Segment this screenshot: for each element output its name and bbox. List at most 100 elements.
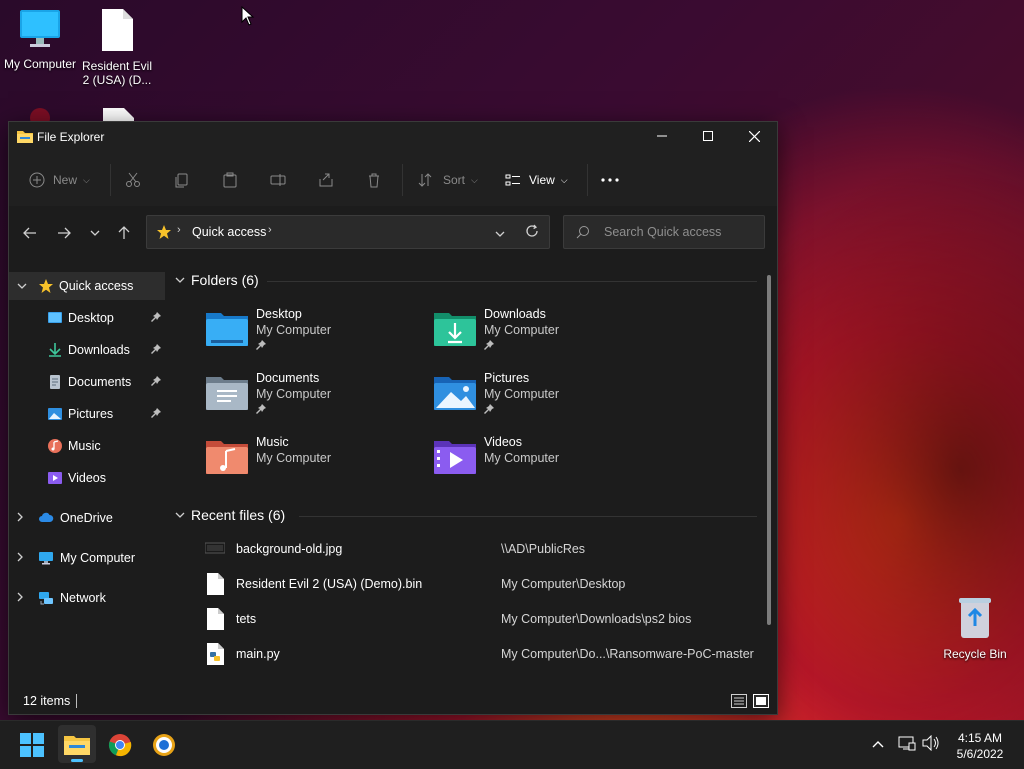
taskbar-chrome[interactable] — [104, 729, 136, 761]
refresh-button[interactable] — [525, 224, 539, 241]
view-button[interactable]: View ⌵ — [505, 169, 568, 191]
pin-icon[interactable] — [151, 375, 161, 389]
tiles-view-button[interactable] — [753, 694, 769, 711]
mouse-cursor-icon — [241, 6, 255, 26]
rename-button[interactable] — [270, 169, 286, 191]
file-explorer-window: File Explorer New ⌵ Sort ⌵ View ⌵ › Quic… — [8, 121, 778, 715]
recent-file-row[interactable]: tets My Computer\Downloads\ps2 bios — [167, 602, 767, 637]
sidebar-item-network[interactable]: Network — [9, 584, 165, 612]
system-clock[interactable]: 4:15 AM 5/6/2022 — [944, 730, 1016, 762]
forward-button[interactable] — [53, 222, 75, 244]
taskbar-file-explorer[interactable] — [58, 725, 96, 763]
folder-tile-music[interactable]: Music My Computer — [205, 433, 425, 493]
network-icon — [39, 592, 53, 605]
back-button[interactable] — [19, 222, 41, 244]
folder-tile-videos[interactable]: Videos My Computer — [433, 433, 653, 493]
sidebar-item-music[interactable]: Music — [9, 432, 165, 460]
sidebar-item-documents[interactable]: Documents — [9, 368, 165, 396]
sidebar-item-onedrive[interactable]: OneDrive — [9, 504, 165, 532]
chevron-down-icon[interactable] — [17, 281, 27, 292]
close-button[interactable] — [731, 122, 777, 150]
share-button[interactable] — [318, 169, 334, 191]
folder-tile-pictures[interactable]: Pictures My Computer — [433, 369, 653, 429]
recent-file-name: Resident Evil 2 (USA) (Demo).bin — [236, 577, 423, 591]
search-icon — [576, 226, 589, 239]
document-folder-icon — [206, 377, 248, 410]
address-dropdown-button[interactable] — [495, 226, 505, 240]
title-bar[interactable]: File Explorer — [9, 122, 777, 152]
vertical-scrollbar[interactable] — [767, 275, 771, 625]
minimize-button[interactable] — [639, 122, 685, 150]
sidebar-item-my-computer[interactable]: My Computer — [9, 544, 165, 572]
chevron-up-icon — [872, 741, 884, 748]
volume-icon[interactable] — [922, 734, 940, 754]
clock-date: 5/6/2022 — [956, 747, 1004, 761]
chevron-right-icon[interactable] — [17, 552, 23, 565]
more-options-button[interactable] — [601, 169, 619, 191]
delete-button[interactable] — [366, 169, 382, 191]
image-file-icon — [205, 542, 225, 554]
sidebar-item-label: Videos — [68, 471, 106, 485]
recent-header-label: Recent files (6) — [191, 507, 286, 523]
new-button[interactable]: New ⌵ — [29, 169, 90, 191]
chevron-down-icon[interactable] — [175, 510, 185, 521]
show-hidden-icons-button[interactable] — [872, 737, 884, 751]
desktop-icon-my-computer[interactable]: My Computer — [0, 8, 80, 71]
command-bar: New ⌵ Sort ⌵ View ⌵ — [9, 152, 777, 207]
recent-file-row[interactable]: main.py My Computer\Do...\Ransomware-PoC… — [167, 637, 767, 672]
folder-tile-downloads[interactable]: Downloads My Computer — [433, 305, 653, 365]
sidebar-item-videos[interactable]: Videos — [9, 464, 165, 492]
copy-button[interactable] — [174, 169, 190, 191]
address-bar[interactable]: › Quick access › — [146, 215, 550, 249]
recent-locations-button[interactable] — [84, 222, 106, 244]
recent-file-row[interactable]: Resident Evil 2 (USA) (Demo).bin My Comp… — [167, 567, 767, 602]
chevron-down-icon — [90, 230, 100, 236]
file-icon — [207, 573, 224, 595]
pin-icon[interactable] — [151, 407, 161, 421]
start-button[interactable] — [16, 729, 48, 761]
taskbar-browser[interactable] — [148, 729, 180, 761]
network-status-icon[interactable] — [898, 735, 916, 754]
folder-tile-documents[interactable]: Documents My Computer — [205, 369, 425, 429]
folder-location: My Computer — [256, 323, 332, 337]
chevron-down-icon: ⌵ — [471, 174, 478, 185]
recent-file-row-partial[interactable] — [167, 672, 767, 678]
browser-icon — [153, 734, 175, 756]
maximize-button[interactable] — [685, 122, 731, 150]
pin-icon[interactable] — [151, 311, 161, 325]
pin-icon[interactable] — [151, 343, 161, 357]
sidebar-item-downloads[interactable]: Downloads — [9, 336, 165, 364]
cut-button[interactable] — [125, 169, 141, 191]
folder-tile-desktop[interactable]: Desktop My Computer — [205, 305, 425, 365]
breadcrumb-chevron-icon[interactable]: › — [268, 224, 272, 236]
chevron-right-icon[interactable] — [17, 592, 23, 605]
maximize-icon — [703, 131, 713, 141]
up-button[interactable] — [113, 222, 135, 244]
chevron-right-icon[interactable] — [17, 512, 23, 525]
sidebar-item-desktop[interactable]: Desktop — [9, 304, 165, 332]
desktop-folder-icon — [48, 312, 62, 323]
navigation-pane: Quick access Desktop Downloads Documents — [9, 258, 168, 678]
recent-file-row[interactable]: background-old.jpg \\AD\PublicRes — [167, 532, 767, 567]
details-view-button[interactable] — [731, 694, 747, 711]
star-icon — [39, 279, 53, 293]
desktop-icon-resident-evil[interactable]: Resident Evil 2 (USA) (D... — [77, 8, 157, 87]
folders-section-header[interactable]: Folders (6) — [175, 272, 259, 288]
sort-button[interactable]: Sort ⌵ — [417, 169, 478, 191]
chrome-icon — [108, 734, 132, 757]
breadcrumb-quick-access[interactable]: Quick access — [192, 225, 266, 239]
desktop-icon-recycle-bin[interactable]: Recycle Bin — [935, 596, 1015, 661]
breadcrumb-chevron-icon: › — [177, 224, 181, 236]
active-indicator — [71, 759, 83, 762]
search-box[interactable]: Search Quick access — [563, 215, 765, 249]
sidebar-item-pictures[interactable]: Pictures — [9, 400, 165, 428]
sidebar-item-quick-access[interactable]: Quick access — [9, 272, 165, 300]
chevron-down-icon[interactable] — [175, 275, 185, 286]
recent-files-section-header[interactable]: Recent files (6) — [175, 507, 285, 523]
download-icon — [49, 343, 61, 357]
arrow-right-icon — [58, 227, 71, 239]
paste-button[interactable] — [222, 169, 238, 191]
taskbar: 4:15 AM 5/6/2022 — [0, 720, 1024, 769]
new-label: New — [53, 173, 78, 187]
navigation-bar: › Quick access › Search Quick access — [9, 206, 777, 258]
